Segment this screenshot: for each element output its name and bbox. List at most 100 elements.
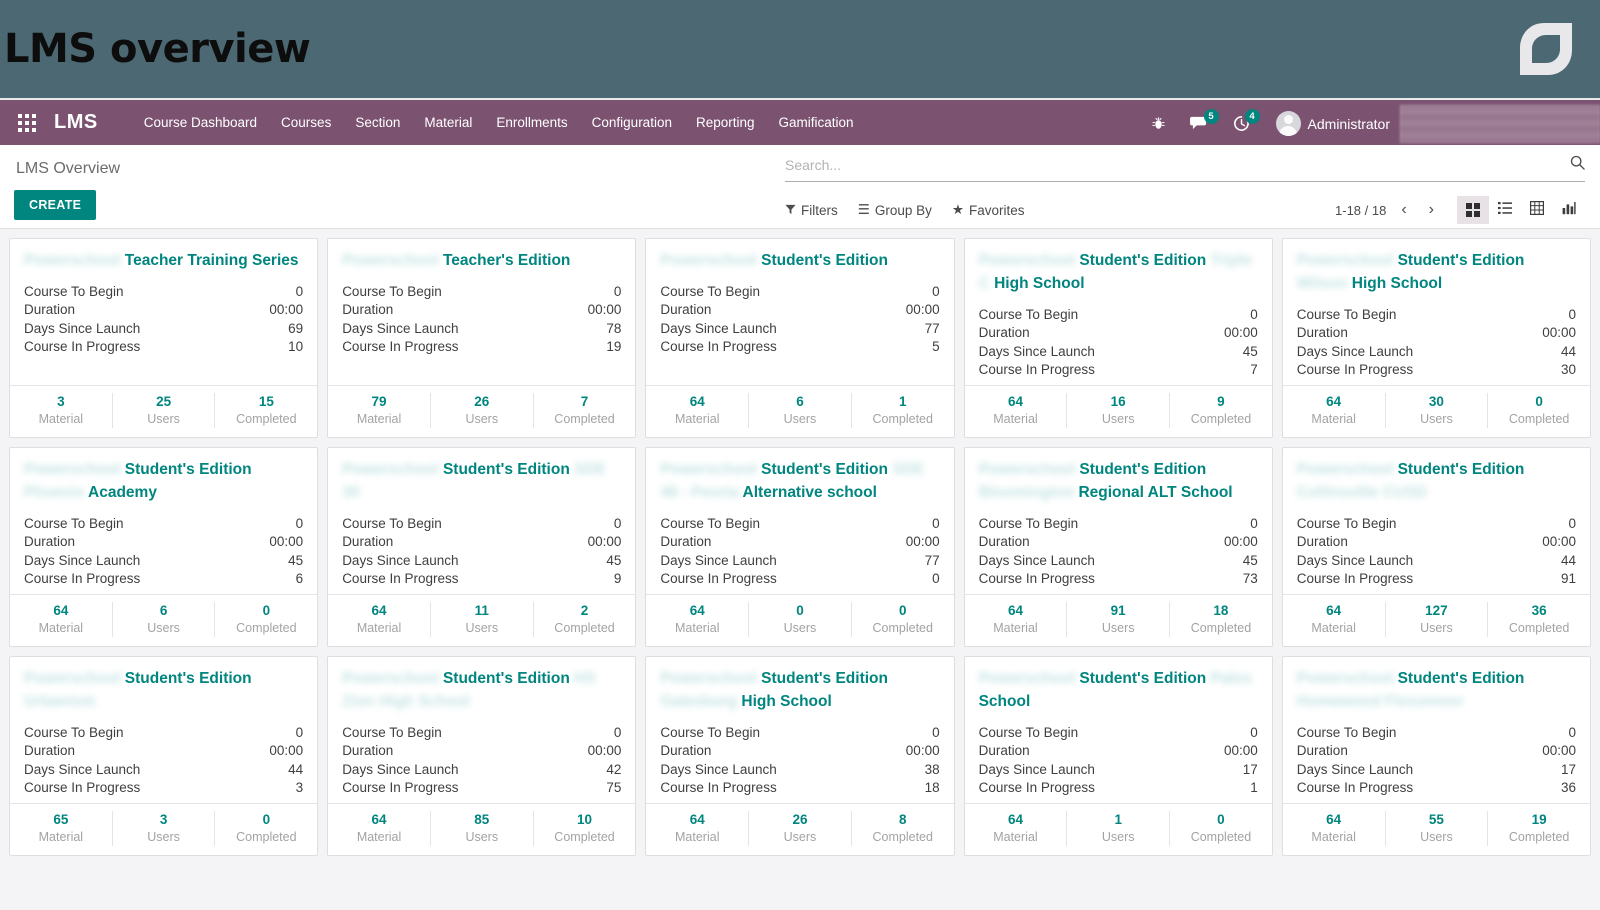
search-icon[interactable] xyxy=(1570,155,1585,174)
card-footer-cell[interactable]: 64 Material xyxy=(328,601,431,637)
card-footer-cell[interactable]: 7 Completed xyxy=(534,393,636,428)
group-by-button[interactable]: ☰ Group By xyxy=(858,202,932,218)
card-footer-label: Material xyxy=(1311,621,1356,636)
nav-item-enrollments[interactable]: Enrollments xyxy=(484,109,579,136)
card-footer-cell[interactable]: 16 Users xyxy=(1067,392,1171,428)
card-footer-cell[interactable]: 3 Users xyxy=(113,810,216,846)
card-footer-cell[interactable]: 0 Users xyxy=(749,601,852,637)
bug-icon[interactable] xyxy=(1139,100,1178,147)
card-footer-cell[interactable]: 64 Material xyxy=(328,810,431,846)
search-view: Filters ☰ Group By ★ Favorites 1-18 / 18… xyxy=(785,155,1585,224)
kanban-card[interactable]: Powerschool Student's Edition Palos Scho… xyxy=(963,656,1273,856)
kanban-card[interactable]: Powerschool Student's Edition Phoenix Ac… xyxy=(9,447,319,647)
card-footer-cell[interactable]: 1 Completed xyxy=(852,393,954,428)
nav-item-material[interactable]: Material xyxy=(412,109,484,136)
card-footer-cell[interactable]: 2 Completed xyxy=(534,602,636,637)
card-footer-cell[interactable]: 64 Material xyxy=(646,601,750,637)
card-footer-cell[interactable]: 64 Material xyxy=(646,392,750,428)
filters-button[interactable]: Filters xyxy=(785,203,838,218)
card-footer-cell[interactable]: 85 Users xyxy=(431,810,534,846)
card-footer-cell[interactable]: 26 Users xyxy=(749,810,852,846)
pivot-view-button[interactable] xyxy=(1521,196,1553,224)
kanban-card[interactable]: Powerschool Student's Edition Collinsvil… xyxy=(1281,447,1591,647)
card-footer-cell[interactable]: 127 Users xyxy=(1386,601,1489,637)
user-menu[interactable]: Administrator xyxy=(1262,100,1398,147)
card-footer-cell[interactable]: 6 Users xyxy=(113,601,216,637)
nav-item-gamification[interactable]: Gamification xyxy=(767,109,866,136)
card-stat-row: Course In Progress 19 xyxy=(342,338,621,356)
search-input[interactable] xyxy=(785,156,1570,173)
card-footer-cell[interactable]: 25 Users xyxy=(113,392,216,428)
card-footer-cell[interactable]: 64 Material xyxy=(965,392,1068,428)
card-footer-cell[interactable]: 55 Users xyxy=(1386,810,1489,846)
card-footer-cell[interactable]: 36 Completed xyxy=(1488,602,1590,637)
card-footer-cell[interactable]: 0 Completed xyxy=(215,811,317,846)
card-footer: 64 Material 26 Users 8 Completed xyxy=(646,802,954,855)
card-footer-cell[interactable]: 15 Completed xyxy=(215,393,317,428)
messages-icon[interactable]: 5 xyxy=(1178,100,1221,147)
nav-item-configuration[interactable]: Configuration xyxy=(580,109,684,136)
card-footer-cell[interactable]: 11 Users xyxy=(431,601,534,637)
kanban-card[interactable]: Powerschool Student's Edition SDE 30 Cour… xyxy=(327,447,637,647)
kanban-card[interactable]: Powerschool Student's Edition Wilson Hig… xyxy=(1281,238,1591,438)
list-view-button[interactable] xyxy=(1489,196,1521,224)
card-footer-cell[interactable]: 79 Material xyxy=(328,392,431,428)
kanban-card[interactable]: Powerschool Teacher Training Series Cours… xyxy=(9,238,319,438)
card-title: Powerschool Student's Edition Urbanism xyxy=(24,668,303,714)
nav-item-section[interactable]: Section xyxy=(343,109,412,136)
kanban-card[interactable]: Powerschool Student's Edition HS Zion Hi… xyxy=(327,656,637,856)
card-footer-cell[interactable]: 0 Completed xyxy=(1488,393,1590,428)
nav-item-courses[interactable]: Courses xyxy=(269,109,343,136)
kanban-card[interactable]: Powerschool Student's Edition SDE 48 - P… xyxy=(645,447,955,647)
card-footer-cell[interactable]: 10 Completed xyxy=(534,811,636,846)
card-footer: 64 Material 1 Users 0 Completed xyxy=(964,802,1272,855)
card-footer-label: Material xyxy=(38,621,84,636)
card-footer-cell[interactable]: 3 Material xyxy=(10,392,113,428)
kanban-card[interactable]: Powerschool Teacher's Edition Course To B… xyxy=(327,238,637,438)
card-stat-label: Duration xyxy=(978,325,1030,341)
card-footer-cell[interactable]: 0 Completed xyxy=(852,602,954,637)
card-footer-cell[interactable]: 91 Users xyxy=(1067,601,1171,637)
view-switcher xyxy=(1457,196,1585,224)
messages-badge: 5 xyxy=(1203,109,1219,124)
card-footer-cell[interactable]: 8 Completed xyxy=(852,811,954,846)
card-footer-cell[interactable]: 64 Material xyxy=(965,810,1068,846)
nav-item-reporting[interactable]: Reporting xyxy=(684,109,767,136)
card-footer-cell[interactable]: 64 Material xyxy=(646,810,750,846)
card-footer-cell[interactable]: 0 Completed xyxy=(215,602,317,637)
card-footer-cell[interactable]: 26 Users xyxy=(431,392,534,428)
card-footer-cell[interactable]: 64 Material xyxy=(1283,392,1386,428)
apps-grid-icon[interactable] xyxy=(18,113,36,132)
activities-icon[interactable]: 4 xyxy=(1221,100,1262,147)
chevron-right-icon[interactable]: › xyxy=(1422,201,1441,219)
chevron-left-icon[interactable]: ‹ xyxy=(1394,201,1413,219)
card-footer-cell[interactable]: 0 Completed xyxy=(1170,811,1272,846)
kanban-view-button[interactable] xyxy=(1457,196,1489,224)
card-stat-label: Course In Progress xyxy=(342,570,459,586)
app-brand[interactable]: LMS xyxy=(54,111,98,134)
kanban-card[interactable]: Powerschool Student's Edition Urbanism Co… xyxy=(9,656,319,856)
card-footer-cell[interactable]: 64 Material xyxy=(10,601,113,637)
card-footer-cell[interactable]: 30 Users xyxy=(1386,392,1489,428)
graph-view-button[interactable] xyxy=(1553,196,1585,224)
card-footer-cell[interactable]: 65 Material xyxy=(10,810,113,846)
card-footer-cell[interactable]: 19 Completed xyxy=(1488,811,1590,846)
card-footer-cell[interactable]: 64 Material xyxy=(1283,810,1386,846)
card-footer-cell[interactable]: 9 Completed xyxy=(1170,393,1272,428)
card-footer-cell[interactable]: 18 Completed xyxy=(1170,602,1272,637)
favorites-button[interactable]: ★ Favorites xyxy=(952,202,1025,218)
card-stats: Course To Begin 0 Duration 00:00 Days Since … xyxy=(660,515,939,594)
kanban-card[interactable]: Powerschool Student's Edition Bloomingto… xyxy=(963,447,1273,647)
card-stat-label: Course In Progress xyxy=(1296,361,1414,377)
create-button[interactable]: CREATE xyxy=(14,190,97,220)
nav-item-course-dashboard[interactable]: Course Dashboard xyxy=(132,109,269,136)
card-footer-cell[interactable]: 64 Material xyxy=(965,601,1068,637)
card-footer-cell[interactable]: 64 Material xyxy=(1283,601,1386,637)
kanban-card[interactable]: Powerschool Student's Edition Course To B… xyxy=(645,238,955,438)
kanban-card[interactable]: Powerschool Student's Edition Triple C H… xyxy=(963,238,1273,438)
card-stats: Course To Begin 0 Duration 00:00 Days Since … xyxy=(24,283,303,385)
kanban-card[interactable]: Powerschool Student's Edition Homewood F… xyxy=(1281,656,1591,856)
card-footer-cell[interactable]: 6 Users xyxy=(749,392,852,428)
card-footer-cell[interactable]: 1 Users xyxy=(1067,810,1171,846)
kanban-card[interactable]: Powerschool Student's Edition Galesburg … xyxy=(645,656,955,856)
